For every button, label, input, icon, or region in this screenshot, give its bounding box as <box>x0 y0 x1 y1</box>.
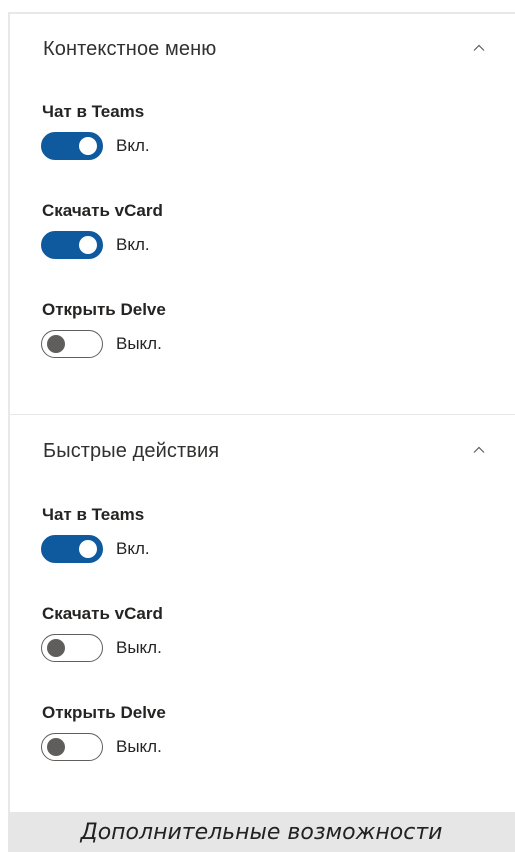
toggle-knob <box>79 137 97 155</box>
setting-label: Скачать vCard <box>42 201 163 220</box>
section-header-quick-actions[interactable]: Быстрые действия <box>10 416 515 484</box>
setting-download-vcard: Скачать vCard Выкл. <box>10 604 515 684</box>
toggle-state-text: Выкл. <box>116 334 162 353</box>
toggle-row[interactable]: Выкл. <box>41 330 162 358</box>
toggle-row[interactable]: Вкл. <box>41 535 150 563</box>
section-header-context-menu[interactable]: Контекстное меню <box>10 14 515 82</box>
settings-panel: Контекстное меню Чат в Teams Вкл. Скачат… <box>8 12 515 812</box>
section-quick-actions: Быстрые действия Чат в Teams Вкл. Скачат… <box>10 416 515 814</box>
setting-teams-chat: Чат в Teams Вкл. <box>10 505 515 585</box>
setting-teams-chat: Чат в Teams Вкл. <box>10 102 515 182</box>
toggle-switch[interactable] <box>41 733 103 761</box>
toggle-row[interactable]: Вкл. <box>41 132 150 160</box>
toggle-switch[interactable] <box>41 231 103 259</box>
toggle-knob <box>79 540 97 558</box>
toggle-switch[interactable] <box>41 634 103 662</box>
setting-label: Скачать vCard <box>42 604 163 623</box>
toggle-state-text: Выкл. <box>116 638 162 657</box>
section-title: Быстрые действия <box>43 440 220 462</box>
setting-label: Чат в Teams <box>42 505 145 524</box>
setting-label: Чат в Teams <box>42 102 145 121</box>
toggle-switch[interactable] <box>41 132 103 160</box>
section-divider <box>10 414 515 415</box>
setting-label: Открыть Delve <box>42 703 166 722</box>
toggle-switch[interactable] <box>41 535 103 563</box>
toggle-state-text: Вкл. <box>116 136 150 155</box>
setting-open-delve: Открыть Delve Выкл. <box>10 300 515 380</box>
toggle-row[interactable]: Вкл. <box>41 231 150 259</box>
toggle-switch[interactable] <box>41 330 103 358</box>
image-caption: Дополнительные возможности <box>8 812 515 852</box>
chevron-up-icon[interactable] <box>473 42 485 54</box>
toggle-knob <box>47 639 65 657</box>
chevron-up-icon[interactable] <box>473 444 485 456</box>
toggle-state-text: Вкл. <box>116 539 150 558</box>
toggle-knob <box>47 335 65 353</box>
toggle-state-text: Выкл. <box>116 737 162 756</box>
section-title: Контекстное меню <box>43 38 217 60</box>
toggle-knob <box>79 236 97 254</box>
toggle-knob <box>47 738 65 756</box>
toggle-state-text: Вкл. <box>116 235 150 254</box>
toggle-row[interactable]: Выкл. <box>41 733 162 761</box>
setting-open-delve: Открыть Delve Выкл. <box>10 703 515 783</box>
section-context-menu: Контекстное меню Чат в Teams Вкл. Скачат… <box>10 14 515 414</box>
setting-label: Открыть Delve <box>42 300 166 319</box>
setting-download-vcard: Скачать vCard Вкл. <box>10 201 515 281</box>
toggle-row[interactable]: Выкл. <box>41 634 162 662</box>
